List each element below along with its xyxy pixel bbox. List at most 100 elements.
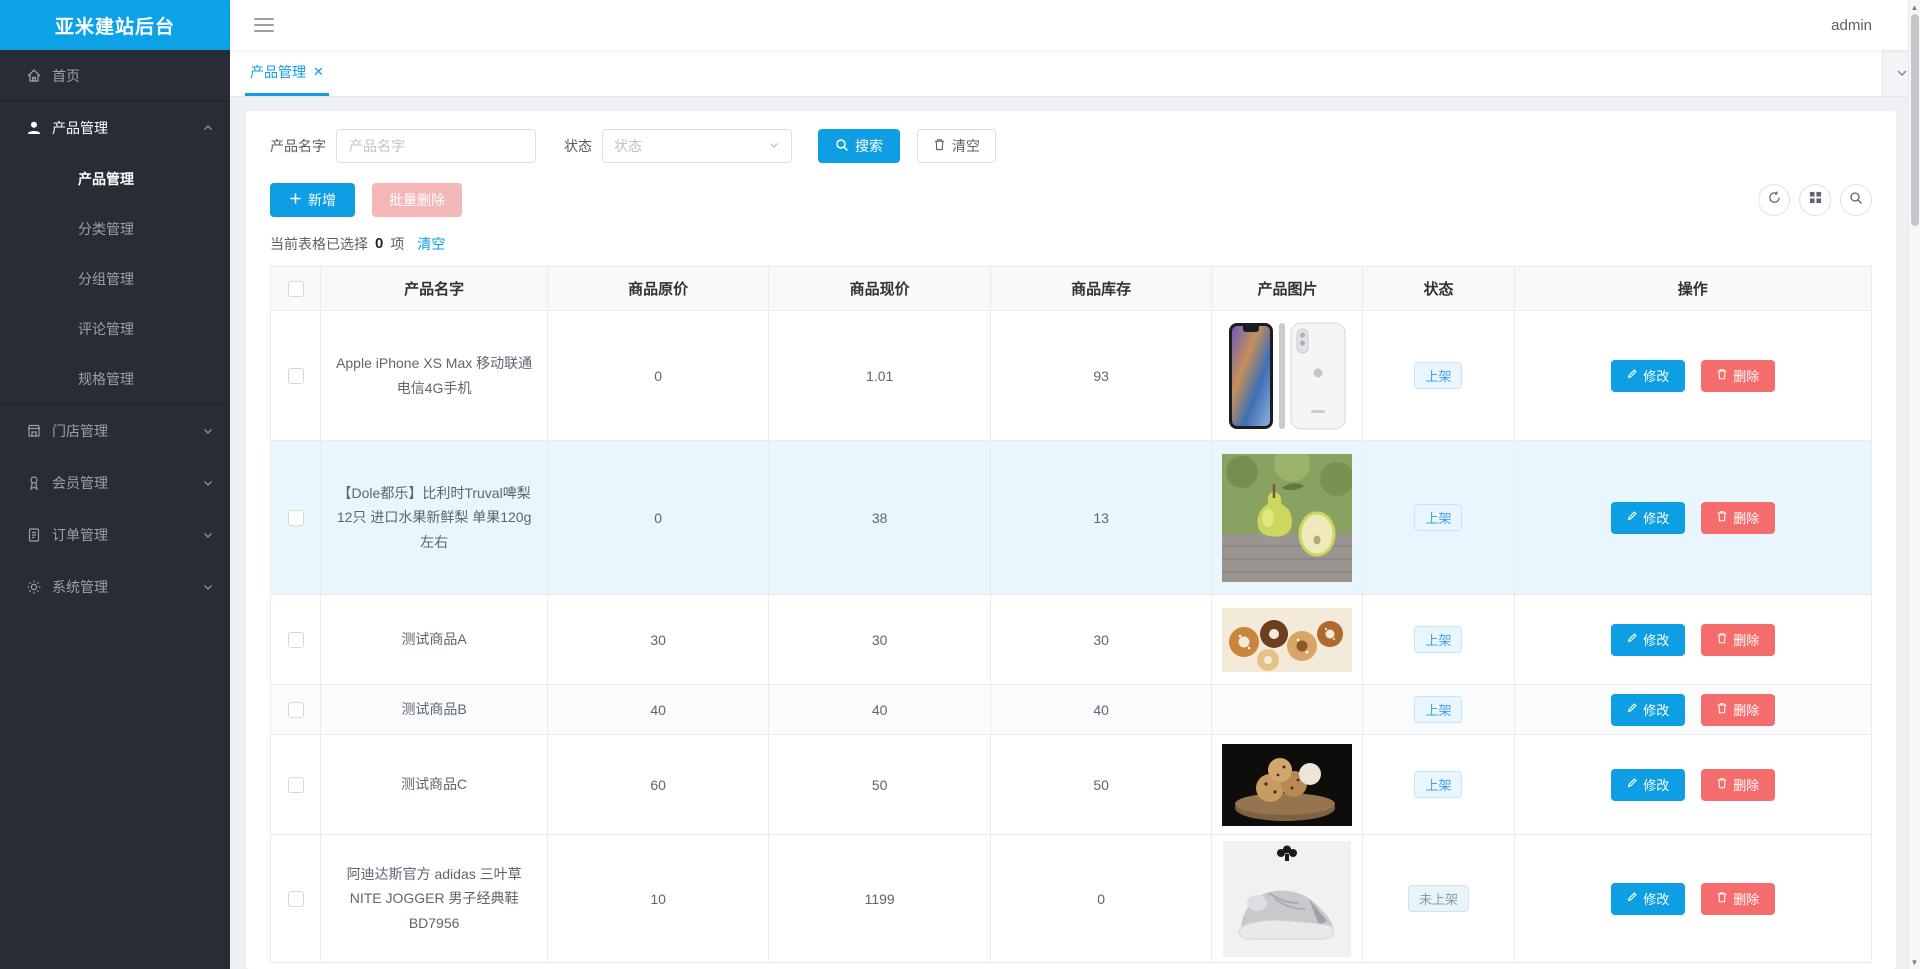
status-badge: 上架 [1414,696,1463,723]
scroll-up-icon[interactable]: ▲ [1911,0,1919,14]
edit-icon [1626,891,1638,906]
sidebar-item-member-management[interactable]: 会员管理 [0,457,230,509]
chevron-up-icon [202,122,214,134]
close-icon[interactable]: ✕ [313,64,324,80]
sidebar-subitem-spec-management[interactable]: 规格管理 [0,354,230,404]
trash-icon [933,138,946,154]
status-badge: 上架 [1414,771,1463,798]
top-bar: admin [230,0,1920,50]
batch-delete-button[interactable]: 批量删除 [372,183,462,217]
refresh-button[interactable] [1758,184,1790,216]
edit-button-label: 修改 [1643,511,1670,526]
delete-button[interactable]: 删除 [1700,768,1775,801]
sidebar-subitem-product-management[interactable]: 产品管理 [0,154,230,204]
shop-icon [26,423,42,439]
edit-button[interactable]: 修改 [1610,623,1685,656]
original-price: 30 [546,594,770,685]
scrollbar-thumb[interactable] [1910,14,1919,226]
delete-button[interactable]: 删除 [1700,359,1775,392]
edit-button[interactable]: 修改 [1610,501,1685,534]
delete-button[interactable]: 删除 [1700,501,1775,534]
current-price: 1199 [768,834,991,963]
select-all-checkbox[interactable] [287,281,304,298]
row-checkbox[interactable] [287,702,304,719]
selection-prefix: 当前表格已选择 [270,235,368,252]
sidebar-subitem-group-management[interactable]: 分组管理 [0,254,230,304]
edit-button[interactable]: 修改 [1610,359,1685,392]
tab-product-management[interactable]: 产品管理 ✕ [245,50,329,96]
product-name: 【Dole都乐】比利时Truval啤梨12只 进口水果新鲜梨 单果120g左右 [320,440,548,595]
grid-icon [1809,191,1822,209]
selection-clear-link[interactable]: 清空 [417,234,445,254]
clear-filters-button[interactable]: 清空 [917,129,996,163]
table-header-row: 产品名字 商品原价 商品现价 商品库存 产品图片 状态 操作 [269,266,1872,311]
sidebar-item-label: 首页 [52,67,80,84]
edit-button-label: 修改 [1643,369,1670,384]
trash-icon [1716,368,1728,383]
trash-icon [1716,632,1728,647]
delete-button[interactable]: 删除 [1700,882,1775,915]
edit-button[interactable]: 修改 [1610,693,1685,726]
add-button[interactable]: 新增 [270,183,355,217]
header-current-price: 商品现价 [768,266,991,311]
trash-icon [1716,702,1728,717]
status-badge: 上架 [1414,362,1463,389]
original-price: 40 [546,684,770,735]
scroll-down-icon[interactable]: ▼ [1911,955,1919,969]
sidebar-subitem-comment-management[interactable]: 评论管理 [0,304,230,354]
table-row: 测试商品B 40 40 40 上架 修改 删除 [269,684,1872,735]
current-price: 38 [768,440,991,595]
edit-icon [1626,368,1638,383]
sidebar-item-label: 订单管理 [52,527,108,543]
chevron-down-icon [202,477,214,489]
clear-button-label: 清空 [952,138,980,154]
sidebar-item-order-management[interactable]: 订单管理 [0,509,230,561]
current-price: 40 [768,684,991,735]
header-product-name: 产品名字 [320,266,548,311]
current-user[interactable]: admin [1831,17,1872,34]
status-badge: 未上架 [1407,885,1469,912]
stock: 0 [989,834,1213,963]
row-checkbox[interactable] [287,632,304,649]
sidebar-item-product-management[interactable]: 产品管理 [0,102,230,154]
sidebar-item-home[interactable]: 首页 [0,50,230,102]
row-checkbox[interactable] [287,777,304,794]
product-name-input[interactable] [336,129,536,163]
product-image-cookie-dough [1222,743,1353,826]
sidebar-item-label: 系统管理 [52,579,108,595]
header-actions: 操作 [1513,266,1872,311]
column-search-button[interactable] [1840,184,1872,216]
edit-button[interactable]: 修改 [1610,882,1685,915]
status-select[interactable]: 状态 [602,129,792,163]
table-row: 测试商品C 60 50 50 上架 修改 删除 [269,734,1872,835]
sidebar-subitem-category-management[interactable]: 分类管理 [0,204,230,254]
product-card: 产品名字 状态 状态 搜索 [246,111,1896,969]
row-checkbox[interactable] [287,510,304,527]
vertical-scrollbar[interactable]: ▲ ▼ [1908,0,1920,969]
delete-button[interactable]: 删除 [1700,693,1775,726]
delete-button[interactable]: 删除 [1700,623,1775,656]
user-icon [26,120,42,136]
status-select-placeholder: 状态 [614,138,642,154]
chevron-down-icon [768,138,780,154]
row-checkbox[interactable] [287,891,304,908]
delete-button-label: 删除 [1733,892,1760,907]
header-status: 状态 [1362,266,1515,311]
density-button[interactable] [1799,184,1831,216]
filter-bar: 产品名字 状态 状态 搜索 [270,129,1872,163]
edit-button[interactable]: 修改 [1610,768,1685,801]
header-image: 产品图片 [1211,266,1364,311]
sidebar-item-store-management[interactable]: 门店管理 [0,405,230,457]
search-button[interactable]: 搜索 [818,129,900,163]
chevron-down-icon [202,425,214,437]
main-area: admin 产品管理 ✕ 产品名字 状态 状态 [230,0,1920,969]
delete-button-label: 删除 [1733,511,1760,526]
edit-button-label: 修改 [1643,892,1670,907]
delete-button-label: 删除 [1733,703,1760,718]
edit-icon [1626,510,1638,525]
menu-toggle-icon[interactable] [254,18,274,32]
sidebar-item-system-management[interactable]: 系统管理 [0,561,230,613]
app-logo: 亚米建站后台 [0,0,230,50]
row-checkbox[interactable] [287,368,304,385]
tab-bar: 产品管理 ✕ [230,50,1920,97]
